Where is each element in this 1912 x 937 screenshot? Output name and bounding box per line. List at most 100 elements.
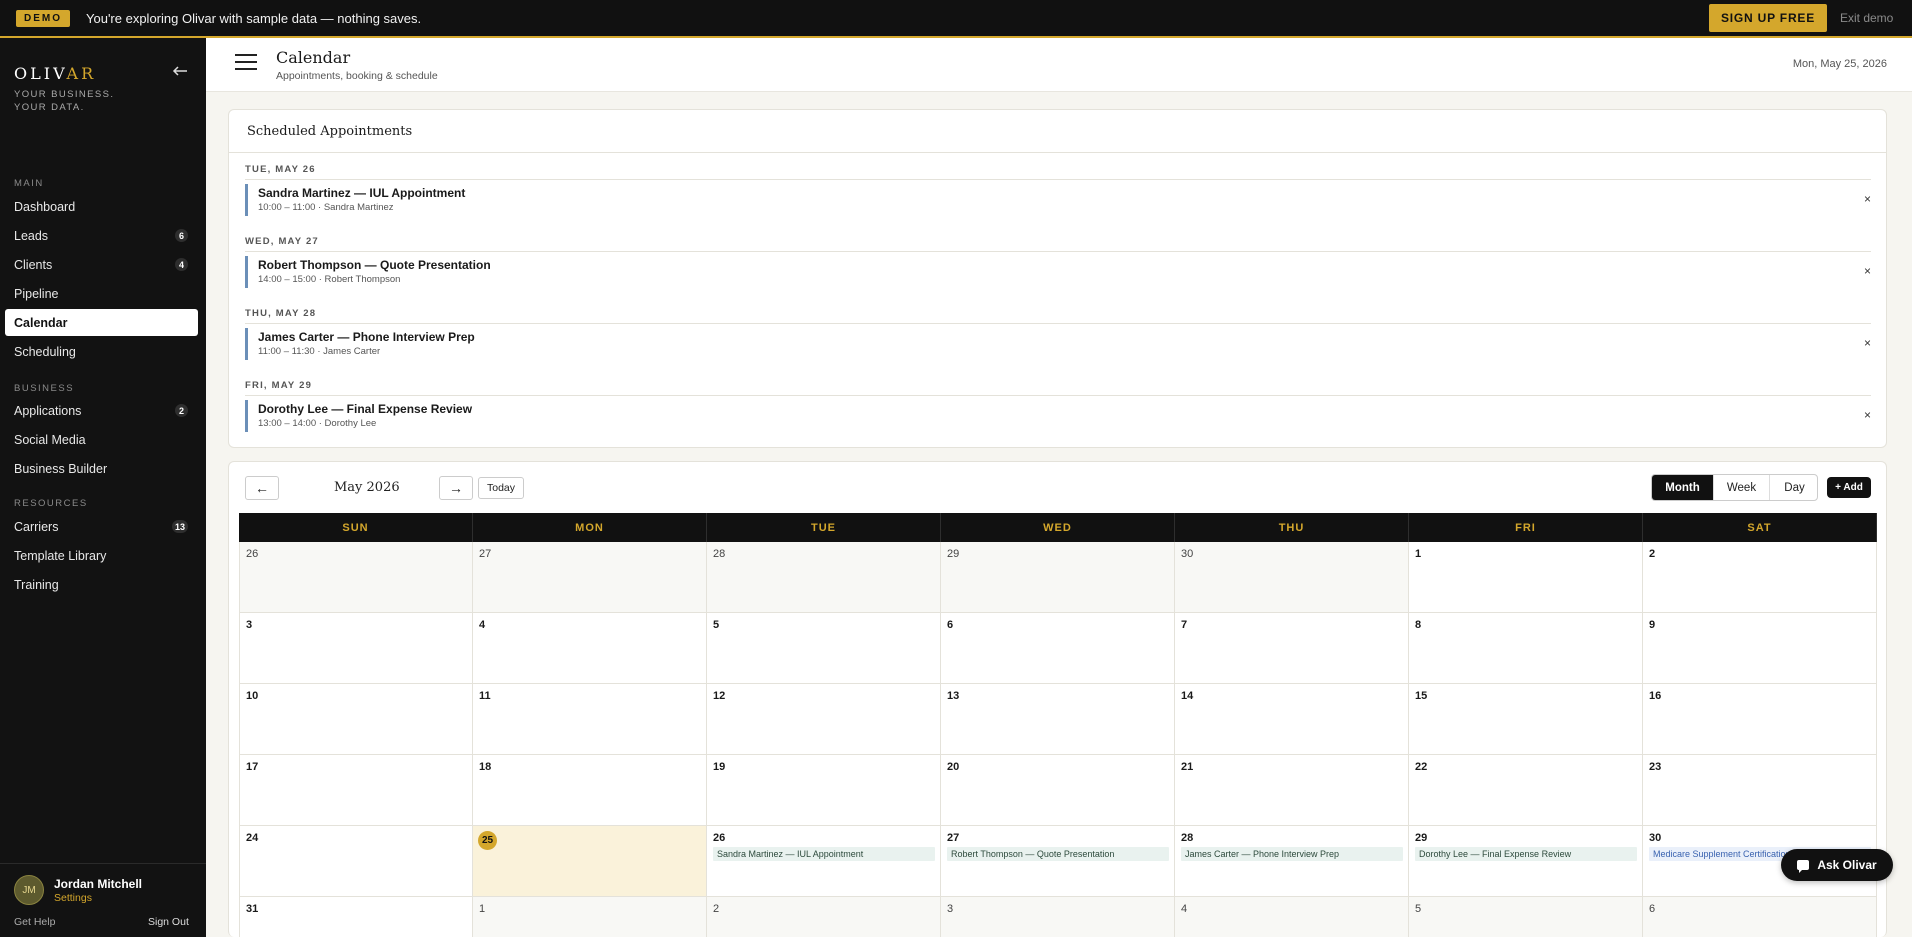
calendar-event[interactable]: Dorothy Lee — Final Expense Review <box>1415 847 1637 861</box>
calendar-day[interactable]: 5 <box>1409 897 1643 937</box>
calendar-day[interactable]: 7 <box>1175 613 1409 684</box>
add-event-button[interactable]: + Add <box>1827 477 1871 498</box>
view-week-button[interactable]: Week <box>1714 475 1770 500</box>
calendar-day[interactable]: 4 <box>1175 897 1409 937</box>
calendar-day[interactable]: 29 <box>941 542 1175 613</box>
sidebar-item-dashboard[interactable]: Dashboard <box>5 193 198 220</box>
calendar-day[interactable]: 26 <box>239 542 473 613</box>
prev-month-button[interactable]: ← <box>245 476 279 500</box>
settings-link[interactable]: Settings <box>54 892 92 904</box>
calendar-day[interactable]: 3 <box>239 613 473 684</box>
get-help-link[interactable]: Get Help <box>14 916 55 928</box>
divider <box>229 152 1886 153</box>
calendar-event[interactable]: Sandra Martinez — IUL Appointment <box>713 847 935 861</box>
appointment-detail: 11:00 – 11:30 · James Carter <box>258 346 381 357</box>
ask-olivar-label: Ask Olivar <box>1817 858 1877 872</box>
calendar-day[interactable]: 28 <box>707 542 941 613</box>
sidebar-item-applications[interactable]: Applications 2 <box>5 397 198 424</box>
calendar-day[interactable]: 16 <box>1643 684 1877 755</box>
day-number: 7 <box>1181 619 1188 631</box>
weekday-tue: TUE <box>707 513 941 542</box>
calendar-day-today[interactable]: 25 <box>473 826 707 897</box>
appointment-row[interactable]: Sandra Martinez — IUL Appointment 10:00 –… <box>245 184 1871 216</box>
sign-out-link[interactable]: Sign Out <box>148 916 189 928</box>
calendar-day[interactable]: 10 <box>239 684 473 755</box>
sidebar-item-label: Pipeline <box>14 286 59 301</box>
calendar-day[interactable]: 6 <box>941 613 1175 684</box>
calendar-day[interactable]: 8 <box>1409 613 1643 684</box>
calendar-day[interactable]: 4 <box>473 613 707 684</box>
sidebar-item-social-media[interactable]: Social Media <box>5 426 198 453</box>
calendar-day[interactable]: 21 <box>1175 755 1409 826</box>
calendar-day[interactable]: 11 <box>473 684 707 755</box>
calendar-day[interactable]: 24 <box>239 826 473 897</box>
today-button[interactable]: Today <box>478 477 524 499</box>
sidebar-item-leads[interactable]: Leads 6 <box>5 222 198 249</box>
appointment-row[interactable]: James Carter — Phone Interview Prep 11:00… <box>245 328 1871 360</box>
avatar[interactable]: JM <box>14 875 44 905</box>
exit-demo-link[interactable]: Exit demo <box>1840 11 1893 25</box>
remove-appointment-button[interactable]: × <box>1864 192 1871 206</box>
calendar-day[interactable]: 2 <box>1643 542 1877 613</box>
weeks: 26 27 28 29 30 1 2 3 4 5 6 7 8 9 10 11 12 13 14 15 16 17 18 19 2… <box>239 542 1877 937</box>
next-month-button[interactable]: → <box>439 476 473 500</box>
sidebar-item-training[interactable]: Training <box>5 571 198 598</box>
brand-tagline: YOUR BUSINESS. YOUR DATA. <box>14 89 115 113</box>
calendar-day[interactable]: 9 <box>1643 613 1877 684</box>
divider <box>245 395 1871 396</box>
calendar-day[interactable]: 30 <box>1175 542 1409 613</box>
calendar-day[interactable]: 6 <box>1643 897 1877 937</box>
calendar-day[interactable]: 17 <box>239 755 473 826</box>
calendar-day[interactable]: 3 <box>941 897 1175 937</box>
sign-up-button[interactable]: SIGN UP FREE <box>1709 4 1827 32</box>
calendar-day[interactable]: 5 <box>707 613 941 684</box>
calendar-day[interactable]: 27 <box>473 542 707 613</box>
calendar-event[interactable]: James Carter — Phone Interview Prep <box>1181 847 1403 861</box>
sidebar-item-clients[interactable]: Clients 4 <box>5 251 198 278</box>
sidebar-item-scheduling[interactable]: Scheduling <box>5 338 198 365</box>
sidebar-item-pipeline[interactable]: Pipeline <box>5 280 198 307</box>
calendar-day[interactable]: 1 <box>473 897 707 937</box>
appointment-row[interactable]: Robert Thompson — Quote Presentation 14:0… <box>245 256 1871 288</box>
current-date: Mon, May 25, 2026 <box>1792 58 1887 70</box>
calendar-day[interactable]: 20 <box>941 755 1175 826</box>
appointments-title: Scheduled Appointments <box>247 124 413 139</box>
calendar-day[interactable]: 18 <box>473 755 707 826</box>
calendar-day[interactable]: 29 Dorothy Lee — Final Expense Review <box>1409 826 1643 897</box>
sidebar-item-calendar[interactable]: Calendar <box>5 309 198 336</box>
calendar-day[interactable]: 12 <box>707 684 941 755</box>
sidebar-item-label: Carriers <box>14 519 59 534</box>
ask-olivar-button[interactable]: Ask Olivar <box>1781 849 1893 881</box>
calendar-day[interactable]: 31 <box>239 897 473 937</box>
calendar-day[interactable]: 1 <box>1409 542 1643 613</box>
view-switcher: Month Week Day <box>1651 474 1818 501</box>
calendar-day[interactable]: 19 <box>707 755 941 826</box>
appointment-row[interactable]: Dorothy Lee — Final Expense Review 13:00 … <box>245 400 1871 432</box>
appointment-color-bar <box>245 184 248 216</box>
remove-appointment-button[interactable]: × <box>1864 408 1871 422</box>
calendar-day[interactable]: 26 Sandra Martinez — IUL Appointment <box>707 826 941 897</box>
brand-logo[interactable]: OLIVAR <box>14 64 96 83</box>
sidebar-item-template-library[interactable]: Template Library <box>5 542 198 569</box>
hamburger-menu-icon[interactable] <box>235 54 257 72</box>
appointment-title: Sandra Martinez — IUL Appointment <box>258 186 466 200</box>
calendar-day[interactable]: 27 Robert Thompson — Quote Presentation <box>941 826 1175 897</box>
calendar-day[interactable]: 13 <box>941 684 1175 755</box>
week-row: 26 27 28 29 30 1 2 <box>239 542 1877 613</box>
view-day-button[interactable]: Day <box>1770 475 1817 500</box>
remove-appointment-button[interactable]: × <box>1864 336 1871 350</box>
week-row: 24 25 26 Sandra Martinez — IUL Appointment 2… <box>239 826 1877 897</box>
calendar-day[interactable]: 15 <box>1409 684 1643 755</box>
calendar-day[interactable]: 23 <box>1643 755 1877 826</box>
sidebar-item-business-builder[interactable]: Business Builder <box>5 455 198 482</box>
calendar-day[interactable]: 2 <box>707 897 941 937</box>
calendar-day[interactable]: 14 <box>1175 684 1409 755</box>
arrow-left-icon[interactable] <box>172 64 188 78</box>
week-row: 17 18 19 20 21 22 23 <box>239 755 1877 826</box>
view-month-button[interactable]: Month <box>1652 475 1714 500</box>
remove-appointment-button[interactable]: × <box>1864 264 1871 278</box>
calendar-event[interactable]: Robert Thompson — Quote Presentation <box>947 847 1169 861</box>
calendar-day[interactable]: 22 <box>1409 755 1643 826</box>
calendar-day[interactable]: 28 James Carter — Phone Interview Prep <box>1175 826 1409 897</box>
sidebar-item-carriers[interactable]: Carriers 13 <box>5 513 198 540</box>
